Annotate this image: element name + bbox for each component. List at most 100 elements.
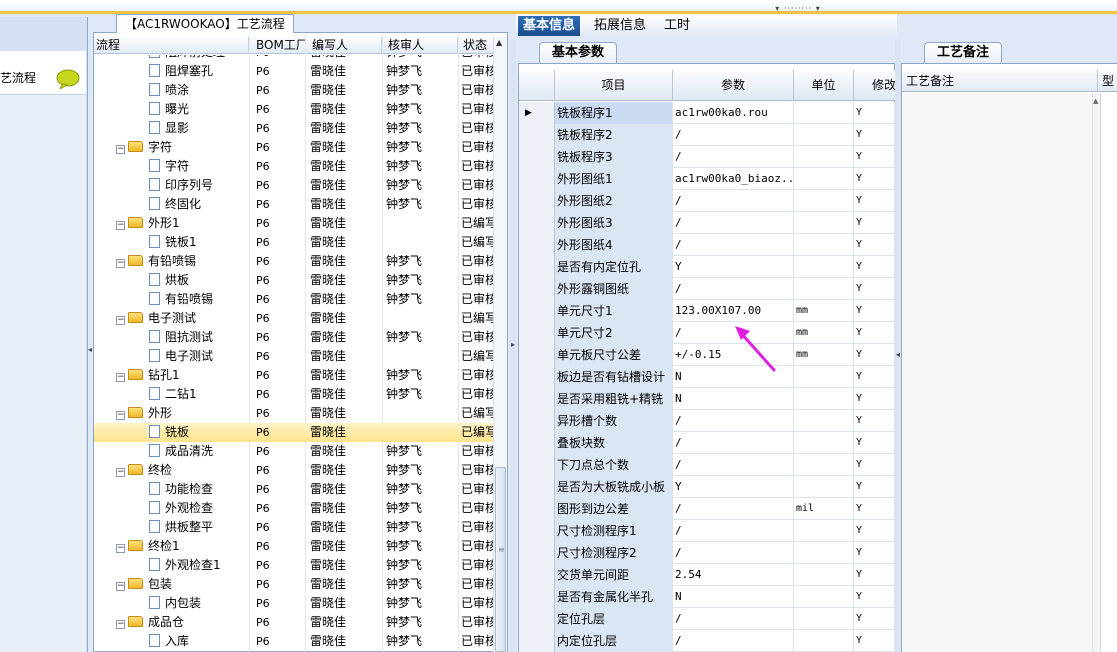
param-unit-cell[interactable]: [794, 278, 854, 300]
param-modify-cell[interactable]: Y: [854, 520, 895, 542]
param-unit-cell[interactable]: [794, 190, 854, 212]
tree-folder-row[interactable]: − 包装 P6 雷晓佳 钟梦飞 已审核: [94, 575, 493, 594]
param-value-cell[interactable]: /: [673, 454, 794, 476]
tree-folder-row[interactable]: − 有铅喷锡 P6 雷晓佳 钟梦飞 已审核: [94, 252, 493, 271]
param-value-cell[interactable]: Y: [673, 256, 794, 278]
param-modify-cell[interactable]: Y: [854, 256, 895, 278]
tree-folder-row[interactable]: − 成品仓 P6 雷晓佳 钟梦飞 已审核: [94, 613, 493, 632]
grid-col-modify[interactable]: 修改: [854, 70, 895, 101]
param-value-cell[interactable]: ac1rw00ka0_biaoz...: [673, 168, 794, 190]
param-row[interactable]: 单元尺寸1 123.00X107.00 mm Y: [519, 300, 895, 322]
row-indicator[interactable]: [519, 366, 555, 388]
tree-step-row[interactable]: 喷涂 P6 雷晓佳 钟梦飞 已审核: [94, 81, 493, 100]
param-value-cell[interactable]: /: [673, 630, 794, 652]
param-unit-cell[interactable]: [794, 234, 854, 256]
tree-step-row[interactable]: 外观检查1 P6 雷晓佳 钟梦飞 已审核: [94, 556, 493, 575]
tree-step-row[interactable]: 外观检查 P6 雷晓佳 钟梦飞 已审核: [94, 499, 493, 518]
row-indicator[interactable]: [519, 454, 555, 476]
param-unit-cell[interactable]: [794, 168, 854, 190]
param-modify-cell[interactable]: Y: [854, 388, 895, 410]
param-value-cell[interactable]: /: [673, 498, 794, 520]
tree-folder-row[interactable]: − 电子测试 P6 雷晓佳 已编写: [94, 309, 493, 328]
param-unit-cell[interactable]: mm: [794, 322, 854, 344]
param-row[interactable]: 尺寸检测程序2/ Y: [519, 542, 895, 564]
param-row[interactable]: 是否有内定位孔 Y Y: [519, 256, 895, 278]
param-value-cell[interactable]: /: [673, 410, 794, 432]
param-row[interactable]: 外形露铜图纸 / Y: [519, 278, 895, 300]
tree-folder-row[interactable]: − 外形 P6 雷晓佳 已编写: [94, 404, 493, 423]
collapse-toggle-icon[interactable]: −: [116, 373, 125, 382]
param-unit-cell[interactable]: [794, 520, 854, 542]
tree-step-row[interactable]: 阻焊前处理 P6 雷晓佳钟梦飞已审核: [94, 55, 493, 62]
param-unit-cell[interactable]: [794, 542, 854, 564]
param-unit-cell[interactable]: mm: [794, 344, 854, 366]
tab-basic-info[interactable]: 基本信息: [518, 16, 581, 36]
scroll-up-icon[interactable]: ▲: [496, 38, 502, 47]
param-value-cell[interactable]: N: [673, 388, 794, 410]
param-row[interactable]: 单元板尺寸公差 +/-0.15 mm Y: [519, 344, 895, 366]
row-indicator[interactable]: [519, 146, 555, 168]
param-value-cell[interactable]: /: [673, 234, 794, 256]
tree-step-row[interactable]: 字符 P6 雷晓佳 钟梦飞 已审核: [94, 157, 493, 176]
tree-scroll-thumb[interactable]: ≡: [495, 467, 506, 652]
notes-scrollbar[interactable]: ▲: [1092, 93, 1100, 652]
param-modify-cell[interactable]: Y: [854, 498, 895, 520]
param-row[interactable]: 铣板程序3/ Y: [519, 146, 895, 168]
tree-col-writer[interactable]: 编写人: [310, 37, 382, 54]
row-indicator[interactable]: [519, 168, 555, 190]
tree-step-row[interactable]: 烘板 P6 雷晓佳 钟梦飞 已审核: [94, 271, 493, 290]
param-row[interactable]: 外形图纸4/ Y: [519, 234, 895, 256]
param-value-cell[interactable]: Y: [673, 476, 794, 498]
notes-text-area[interactable]: [902, 93, 1092, 652]
param-modify-cell[interactable]: Y: [854, 344, 895, 366]
param-unit-cell[interactable]: [794, 586, 854, 608]
tree-step-row[interactable]: 有铅喷锡 P6 雷晓佳 钟梦飞 已审核: [94, 290, 493, 309]
param-unit-cell[interactable]: [794, 476, 854, 498]
param-modify-cell[interactable]: Y: [854, 454, 895, 476]
notes-col-notes[interactable]: 工艺备注: [906, 70, 1098, 92]
param-row[interactable]: 是否为大板铣成小板 Y Y: [519, 476, 895, 498]
param-value-cell[interactable]: /: [673, 608, 794, 630]
tree-step-row[interactable]: 铣板1 P6 雷晓佳 已编写: [94, 233, 493, 252]
tree-step-row[interactable]: 成品清洗 P6 雷晓佳 钟梦飞 已审核: [94, 442, 493, 461]
param-unit-cell[interactable]: [794, 102, 854, 124]
param-value-cell[interactable]: /: [673, 520, 794, 542]
param-unit-cell[interactable]: [794, 630, 854, 652]
collapse-toggle-icon[interactable]: −: [116, 468, 125, 477]
param-row[interactable]: 板边是否有钻槽设计 N Y: [519, 366, 895, 388]
param-modify-cell[interactable]: Y: [854, 234, 895, 256]
splitter-grip-icon[interactable]: ▾ ········ ▾: [765, 5, 831, 13]
row-indicator[interactable]: [519, 234, 555, 256]
row-indicator[interactable]: [519, 498, 555, 520]
row-indicator[interactable]: [519, 586, 555, 608]
tab-labor-hours[interactable]: 工时: [659, 16, 695, 36]
tab-process-notes[interactable]: 工艺备注: [924, 42, 1002, 64]
param-modify-cell[interactable]: Y: [854, 278, 895, 300]
row-indicator[interactable]: [519, 300, 555, 322]
tab-basic-params[interactable]: 基本参数: [539, 42, 617, 64]
tree-step-row[interactable]: 阻焊塞孔 P6 雷晓佳 钟梦飞 已审核: [94, 62, 493, 81]
nav-item-process-flow[interactable]: 艺流程: [0, 51, 86, 95]
param-modify-cell[interactable]: Y: [854, 542, 895, 564]
param-modify-cell[interactable]: Y: [854, 124, 895, 146]
row-indicator[interactable]: [519, 256, 555, 278]
param-unit-cell[interactable]: mil: [794, 498, 854, 520]
collapse-toggle-icon[interactable]: −: [116, 620, 125, 629]
param-value-cell[interactable]: ac1rw00ka0.rou: [673, 102, 794, 124]
tree-step-row[interactable]: 功能检查 P6 雷晓佳 钟梦飞 已审核: [94, 480, 493, 499]
param-value-cell[interactable]: /: [673, 432, 794, 454]
param-unit-cell[interactable]: [794, 564, 854, 586]
tree-step-row[interactable]: 终固化 P6 雷晓佳 钟梦飞 已审核: [94, 195, 493, 214]
tree-folder-row[interactable]: − 字符 P6 雷晓佳 钟梦飞 已审核: [94, 138, 493, 157]
tree-step-row[interactable]: 电子测试 P6 雷晓佳 已编写: [94, 347, 493, 366]
row-indicator[interactable]: [519, 190, 555, 212]
row-indicator[interactable]: [519, 476, 555, 498]
param-value-cell[interactable]: /: [673, 542, 794, 564]
row-indicator[interactable]: [519, 124, 555, 146]
tree-folder-row[interactable]: − 钻孔1 P6 雷晓佳 钟梦飞 已审核: [94, 366, 493, 385]
param-modify-cell[interactable]: Y: [854, 410, 895, 432]
collapse-toggle-icon[interactable]: −: [116, 316, 125, 325]
param-modify-cell[interactable]: Y: [854, 168, 895, 190]
tree-step-row[interactable]: 铣板 P6 雷晓佳 已编写: [94, 423, 493, 442]
param-value-cell[interactable]: 123.00X107.00: [673, 300, 794, 322]
